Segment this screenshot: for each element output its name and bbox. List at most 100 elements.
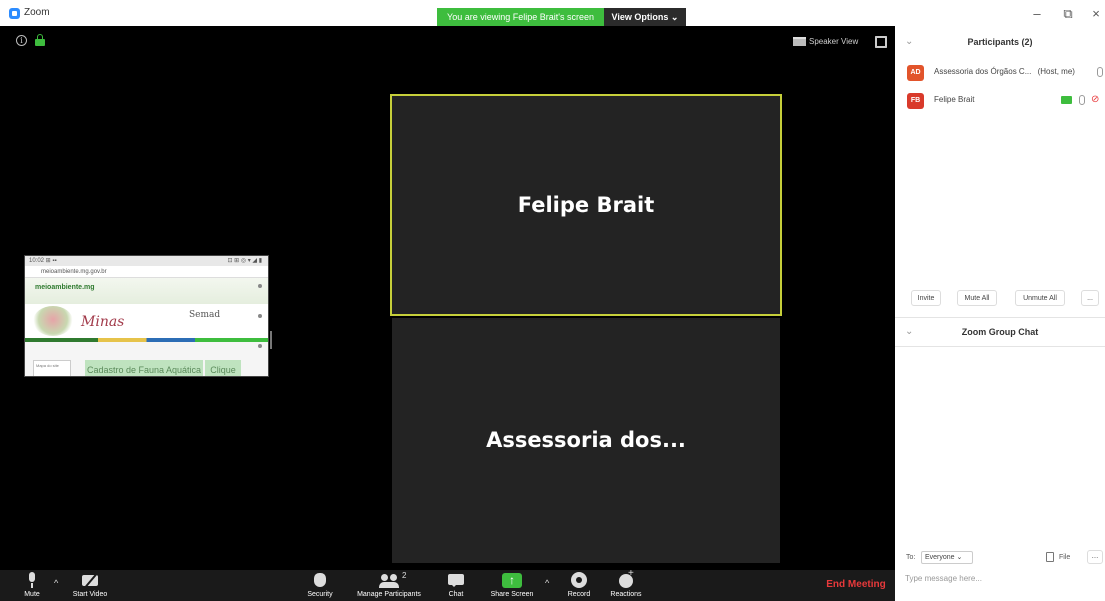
video-tile[interactable]: Assessoria dos...: [392, 318, 780, 563]
shared-site-banner: Minas Semad: [25, 304, 268, 338]
speaker-view-button[interactable]: Speaker View: [793, 34, 858, 50]
chat-button[interactable]: Chat: [440, 572, 472, 598]
shared-site-semad: Semad: [189, 310, 221, 320]
chat-icon: [448, 572, 464, 589]
shared-site-colorbar: [25, 338, 268, 342]
microphone-icon[interactable]: [1079, 95, 1085, 105]
more-options-button[interactable]: ...: [1081, 290, 1099, 306]
info-icon[interactable]: i: [16, 35, 27, 46]
shared-statusbar: 10:02 ⊞ ▪▪ ⊡ ⊞ ◎ ▾ ◢ ▮: [25, 256, 268, 266]
manage-participants-label: Manage Participants: [357, 591, 421, 598]
audio-options-caret[interactable]: ^: [54, 578, 58, 588]
speaker-view-label: Speaker View: [809, 37, 859, 46]
tree-illustration: [33, 306, 73, 336]
zoom-window: Zoom You are viewing Felipe Brait's scre…: [0, 0, 1105, 601]
viewing-banner: You are viewing Felipe Brait's screen: [437, 8, 604, 26]
start-video-button[interactable]: Start Video: [66, 572, 114, 598]
shared-site-logo: meioambiente.mg: [35, 284, 95, 291]
meeting-toolbar: Mute ^ Start Video Security Manage Parti…: [0, 568, 895, 601]
record-icon: [571, 572, 587, 589]
participants-actions: Invite Mute All Unmute All ...: [895, 288, 1105, 308]
participant-name: Assessoria dos Órgãos C... (Host, me): [934, 67, 1075, 76]
minimize-button[interactable]: –: [1027, 6, 1047, 21]
video-area: i Speaker View 10:02 ⊞ ▪▪ ⊡ ⊞ ◎ ▾ ◢ ▮ me…: [0, 26, 895, 601]
share-screen-icon: [502, 572, 522, 589]
reactions-button[interactable]: Reactions: [604, 568, 648, 598]
view-options-button[interactable]: View Options ⌄: [604, 8, 686, 26]
side-dot[interactable]: [258, 284, 262, 288]
avatar: FB: [907, 93, 924, 109]
participants-icon: [378, 572, 400, 589]
record-label: Record: [567, 591, 591, 598]
avatar: AD: [907, 65, 924, 81]
participant-name: Felipe Brait: [934, 95, 975, 104]
security-label: Security: [307, 591, 333, 598]
participant-suffix: (Host, me): [1037, 67, 1075, 76]
chat-message-input[interactable]: [905, 570, 1095, 586]
close-button[interactable]: ×: [1086, 6, 1105, 21]
shield-icon: [313, 572, 327, 589]
side-dot[interactable]: [258, 344, 262, 348]
share-screen-label: Share Screen: [490, 591, 534, 598]
shared-site-content: Mapa do site Cadastro de Fauna Aquática …: [33, 352, 253, 376]
recipient-select[interactable]: Everyone ⌄: [921, 551, 973, 564]
share-screen-button[interactable]: Share Screen: [484, 572, 540, 598]
mute-label: Mute: [24, 591, 40, 598]
fullscreen-icon[interactable]: [875, 36, 887, 48]
microphone-icon: [28, 572, 36, 589]
microphone-icon[interactable]: [1097, 67, 1103, 77]
title-bar: Zoom You are viewing Felipe Brait's scre…: [0, 0, 1105, 26]
end-meeting-button[interactable]: End Meeting: [820, 579, 892, 590]
invite-button[interactable]: Invite: [911, 290, 941, 306]
security-button[interactable]: Security: [300, 572, 340, 598]
video-camera-icon[interactable]: [1061, 96, 1072, 104]
file-label[interactable]: File: [1059, 554, 1070, 561]
shared-urlbar: meioambiente.mg.gov.br: [25, 266, 268, 278]
participant-name-text: Assessoria dos Órgãos C...: [934, 67, 1032, 76]
tile-name: Felipe Brait: [517, 193, 655, 217]
splitter-handle[interactable]: [270, 331, 272, 349]
unmute-all-button[interactable]: Unmute All: [1015, 290, 1065, 306]
chat-title: Zoom Group Chat: [961, 327, 1039, 337]
panel-divider: [895, 317, 1105, 318]
video-camera-icon: [81, 572, 99, 589]
panel-divider: [895, 346, 1105, 347]
lock-body: [35, 39, 45, 46]
shared-status-left: 10:02 ⊞ ▪▪: [29, 258, 57, 264]
grid-icon: [793, 37, 806, 47]
side-panel: ⌄ Participants (2) AD Assessoria dos Órg…: [895, 26, 1105, 601]
shared-box-mid: Cadastro de Fauna Aquática: [85, 360, 203, 376]
zoom-app-icon: [9, 8, 20, 19]
chat-footer: To: Everyone ⌄ File ...: [895, 548, 1105, 601]
chat-label: Chat: [448, 591, 464, 598]
to-label: To:: [906, 554, 916, 561]
participants-title: Participants (2): [967, 37, 1033, 47]
share-options-caret[interactable]: ^: [545, 578, 549, 588]
record-button[interactable]: Record: [562, 572, 596, 598]
mute-all-button[interactable]: Mute All: [957, 290, 997, 306]
shared-site-cursive: Minas: [81, 314, 125, 330]
file-icon[interactable]: [1046, 552, 1054, 562]
reactions-label: Reactions: [610, 591, 642, 598]
shared-screen[interactable]: 10:02 ⊞ ▪▪ ⊡ ⊞ ◎ ▾ ◢ ▮ meioambiente.mg.g…: [24, 255, 269, 377]
participants-count: 2: [402, 571, 407, 580]
participants-header: ⌄ Participants (2): [895, 26, 1105, 58]
participant-row[interactable]: FB Felipe Brait ⊘: [905, 91, 1105, 111]
side-dot[interactable]: [258, 314, 262, 318]
shared-box-right: Clique: [205, 360, 241, 376]
video-off-icon[interactable]: ⊘: [1091, 94, 1099, 105]
manage-participants-button[interactable]: Manage Participants: [346, 572, 432, 598]
shared-box-left: Mapa do site: [33, 360, 71, 376]
tile-name: Assessoria dos...: [486, 428, 686, 452]
shared-status-right: ⊡ ⊞ ◎ ▾ ◢ ▮: [227, 258, 262, 264]
shared-site-header: meioambiente.mg: [25, 278, 268, 304]
video-tile-active[interactable]: Felipe Brait: [390, 94, 782, 316]
start-video-label: Start Video: [72, 591, 108, 598]
participant-row[interactable]: AD Assessoria dos Órgãos C... (Host, me): [905, 63, 1105, 83]
mute-button[interactable]: Mute: [18, 572, 46, 598]
reactions-icon: [618, 568, 634, 589]
lock-icon[interactable]: [35, 34, 45, 46]
maximize-button[interactable]: ⧉: [1058, 6, 1078, 22]
chat-more-button[interactable]: ...: [1087, 550, 1103, 564]
window-title: Zoom: [24, 7, 50, 18]
